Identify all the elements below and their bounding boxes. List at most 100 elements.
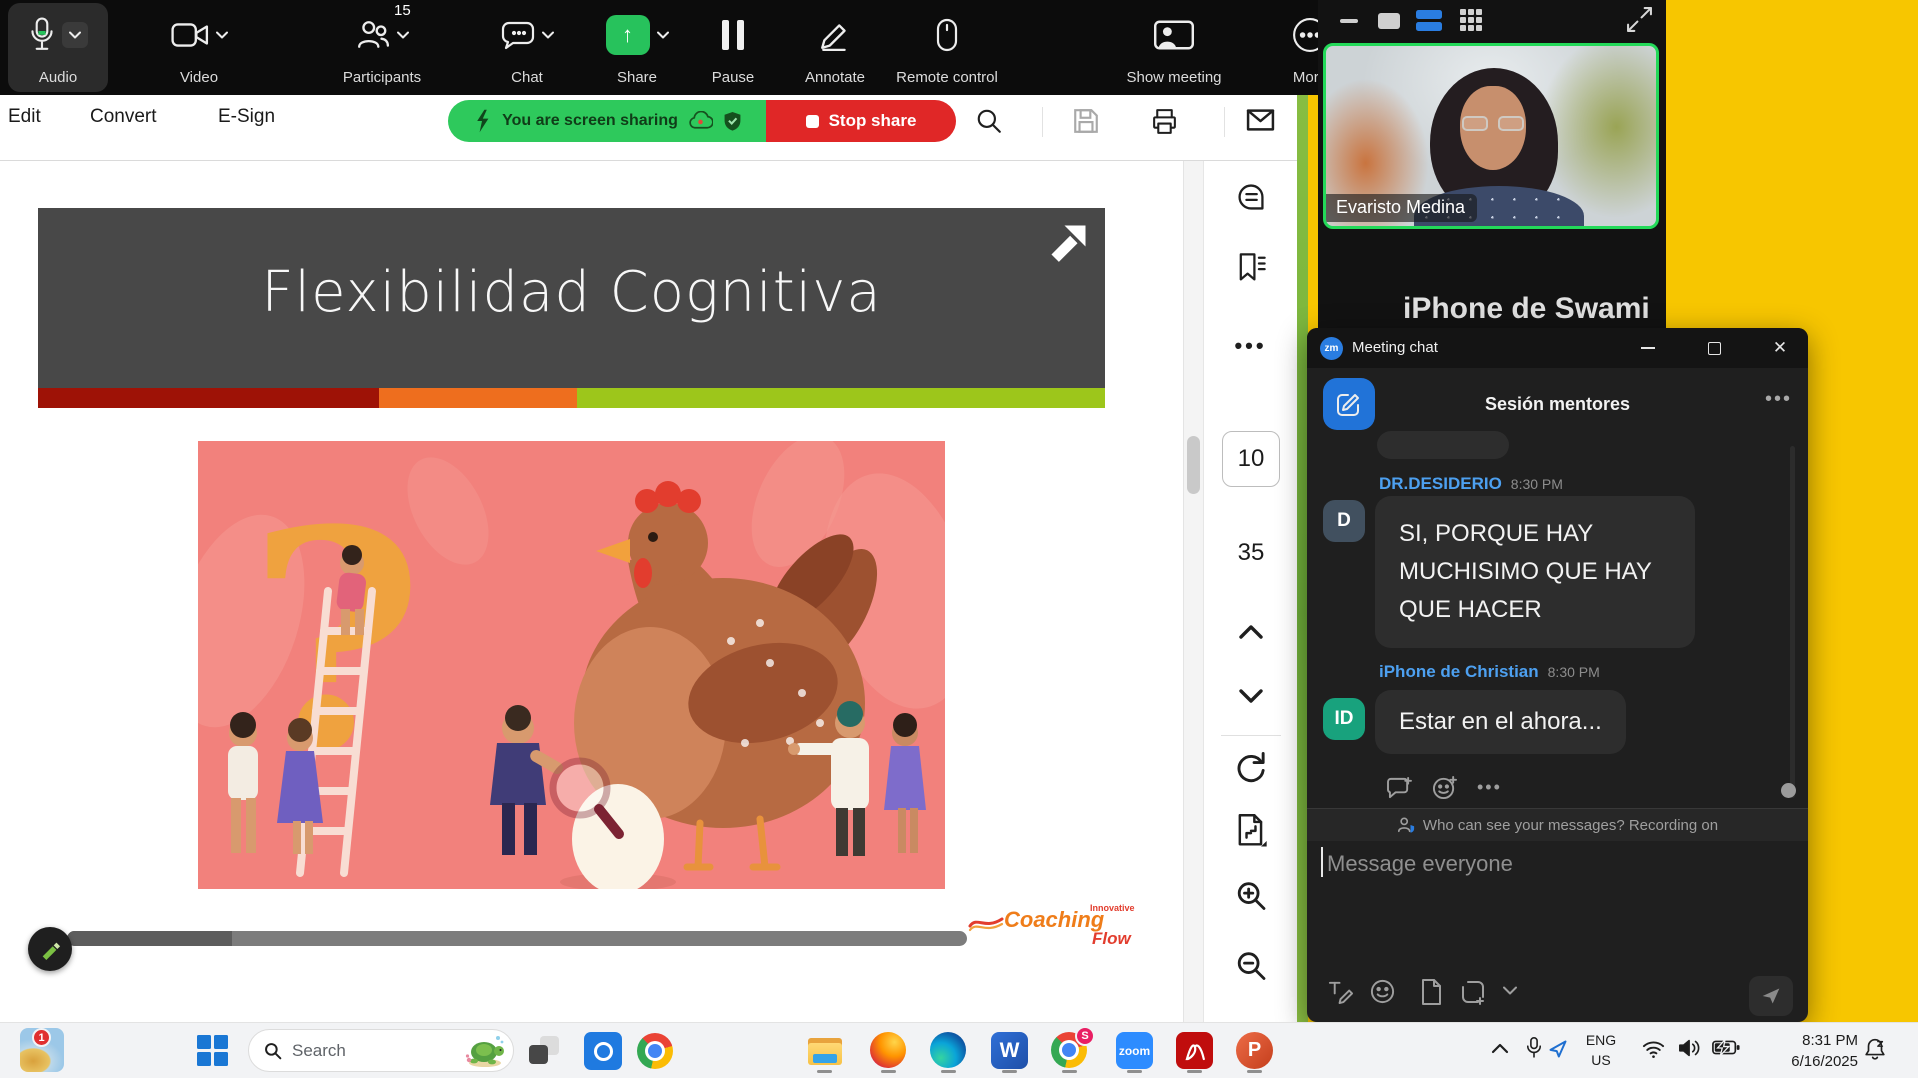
- print-button[interactable]: [1150, 107, 1179, 136]
- tray-volume[interactable]: [1678, 1037, 1702, 1059]
- channel-more-button[interactable]: •••: [1765, 388, 1792, 411]
- chat-scrollbar-thumb[interactable]: [1781, 783, 1796, 798]
- zoom-out-button[interactable]: [1234, 949, 1267, 982]
- chevron-down-icon[interactable]: [216, 31, 228, 39]
- message-bubble[interactable]: SI, PORQUE HAY MUCHISIMO QUE HAY QUE HAC…: [1375, 496, 1695, 648]
- previous-page-button[interactable]: [1238, 623, 1264, 641]
- chevron-down-icon[interactable]: [542, 31, 554, 39]
- chat-maximize-button[interactable]: [1691, 328, 1737, 368]
- speaker-view-button[interactable]: [1378, 13, 1400, 29]
- taskbar-app-powerpoint[interactable]: P: [1236, 1032, 1274, 1070]
- expand-videos-button[interactable]: [1626, 6, 1653, 33]
- chevron-down-icon[interactable]: [397, 31, 409, 39]
- tray-notifications[interactable]: [1862, 1036, 1888, 1062]
- message-author[interactable]: iPhone de Christian: [1379, 662, 1539, 682]
- horizontal-scrollbar-thumb[interactable]: [67, 931, 232, 946]
- zoom-in-button[interactable]: [1234, 879, 1267, 912]
- tray-microphone-indicator[interactable]: [1526, 1036, 1542, 1060]
- rotate-page-button[interactable]: [1234, 751, 1268, 785]
- message-bubble[interactable]: Estar en el ahora...: [1375, 690, 1626, 754]
- next-page-button[interactable]: [1238, 687, 1264, 705]
- chevron-down-icon: [1503, 986, 1517, 995]
- video-camera-icon: [171, 22, 209, 48]
- attach-file-button[interactable]: [1419, 978, 1443, 1006]
- page-number-input[interactable]: 10: [1222, 431, 1280, 487]
- taskbar-app-zoom[interactable]: zoom: [1116, 1032, 1154, 1070]
- more-input-options-button[interactable]: [1503, 986, 1517, 995]
- taskbar-app-chrome[interactable]: [637, 1033, 673, 1069]
- audio-button[interactable]: Audio: [8, 0, 108, 95]
- more-tools-button[interactable]: •••: [1234, 333, 1266, 359]
- chevron-down-icon[interactable]: [657, 31, 669, 39]
- file-icon: [1419, 978, 1443, 1006]
- send-message-button[interactable]: [1749, 976, 1793, 1016]
- show-meeting-button[interactable]: Show meeting: [1098, 0, 1250, 95]
- chat-channel-title[interactable]: Sesión mentores: [1307, 394, 1808, 415]
- active-speaker-view-button[interactable]: [1416, 10, 1442, 34]
- comments-tool-button[interactable]: [1235, 181, 1267, 213]
- pdf-document-area[interactable]: Flexibilidad Cognitiva ?: [0, 161, 1183, 1022]
- screenshot-button[interactable]: [1459, 978, 1487, 1006]
- tray-show-hidden-icons[interactable]: [1491, 1042, 1509, 1054]
- taskbar-app-acrobat[interactable]: [1176, 1032, 1214, 1070]
- tray-battery[interactable]: [1712, 1039, 1740, 1056]
- chat-scrollbar[interactable]: [1790, 446, 1795, 798]
- cloud-recording-icon: [688, 111, 713, 131]
- menu-edit[interactable]: Edit: [8, 106, 41, 128]
- message-author[interactable]: DR.DESIDERIO: [1379, 474, 1502, 494]
- task-view-button[interactable]: [529, 1036, 559, 1066]
- video-button[interactable]: Video: [152, 0, 246, 95]
- taskbar-widget-icon[interactable]: 1: [20, 1028, 64, 1072]
- find-button[interactable]: [975, 107, 1003, 135]
- reply-icon[interactable]: [1387, 776, 1412, 799]
- windows-taskbar: 1 Search W S zoom: [0, 1022, 1918, 1078]
- taskbar-app-edge[interactable]: [930, 1032, 968, 1070]
- tray-clock[interactable]: 8:31 PM 6/16/2025: [1752, 1030, 1858, 1072]
- minimize-videos-button[interactable]: [1340, 19, 1358, 23]
- email-button[interactable]: [1246, 107, 1275, 133]
- message-input[interactable]: Message everyone: [1327, 851, 1513, 877]
- menu-esign[interactable]: E-Sign: [218, 106, 275, 128]
- taskbar-app-word[interactable]: W: [991, 1032, 1029, 1070]
- arrow-up-right-icon: [1047, 222, 1089, 264]
- emoji-icon: [1369, 978, 1396, 1005]
- tray-location-indicator[interactable]: [1548, 1039, 1568, 1059]
- mouse-icon: [936, 18, 958, 52]
- emoji-button[interactable]: [1369, 978, 1396, 1005]
- chat-button[interactable]: Chat: [482, 0, 572, 95]
- taskbar-search[interactable]: Search: [248, 1029, 514, 1072]
- annotation-pencil-button[interactable]: [28, 927, 72, 971]
- message-more-icon[interactable]: •••: [1477, 777, 1502, 798]
- horizontal-scrollbar[interactable]: [67, 931, 967, 946]
- remote-control-button[interactable]: Remote control: [888, 0, 1006, 95]
- text-cursor: [1321, 847, 1323, 877]
- participants-icon: [356, 19, 390, 51]
- active-speaker-video[interactable]: Evaristo Medina: [1323, 43, 1659, 229]
- participants-button[interactable]: 15 Participants: [318, 0, 446, 95]
- annotate-button[interactable]: Annotate: [788, 0, 882, 95]
- tray-language-switcher[interactable]: ENG US: [1578, 1030, 1624, 1071]
- pause-share-button[interactable]: Pause: [696, 0, 770, 95]
- chat-titlebar[interactable]: zm Meeting chat ✕: [1307, 328, 1808, 368]
- share-button[interactable]: ↑ Share: [592, 0, 682, 95]
- bookmarks-tool-button[interactable]: [1234, 251, 1268, 285]
- tray-wifi[interactable]: [1642, 1039, 1665, 1059]
- taskbar-app-file-explorer[interactable]: [806, 1032, 844, 1070]
- taskbar-app-chrome-profile[interactable]: S: [1051, 1032, 1089, 1070]
- vertical-scrollbar-thumb[interactable]: [1187, 436, 1200, 494]
- start-button[interactable]: [197, 1035, 228, 1066]
- taskbar-app-alexa[interactable]: [584, 1032, 622, 1070]
- gallery-view-button[interactable]: [1460, 9, 1484, 33]
- stop-share-button[interactable]: Stop share: [766, 100, 956, 142]
- fit-page-button[interactable]: [1234, 813, 1268, 851]
- chat-close-button[interactable]: ✕: [1757, 328, 1803, 368]
- menu-convert[interactable]: Convert: [90, 106, 157, 128]
- format-text-button[interactable]: [1327, 978, 1354, 1005]
- audio-options-button[interactable]: [62, 22, 88, 48]
- chat-minimize-button[interactable]: [1625, 328, 1671, 368]
- vertical-scrollbar[interactable]: [1183, 161, 1203, 1022]
- save-button[interactable]: [1072, 107, 1100, 135]
- taskbar-app-firefox[interactable]: [870, 1032, 908, 1070]
- chat-privacy-bar[interactable]: Who can see your messages? Recording on: [1307, 808, 1808, 841]
- add-reaction-icon[interactable]: [1432, 775, 1457, 800]
